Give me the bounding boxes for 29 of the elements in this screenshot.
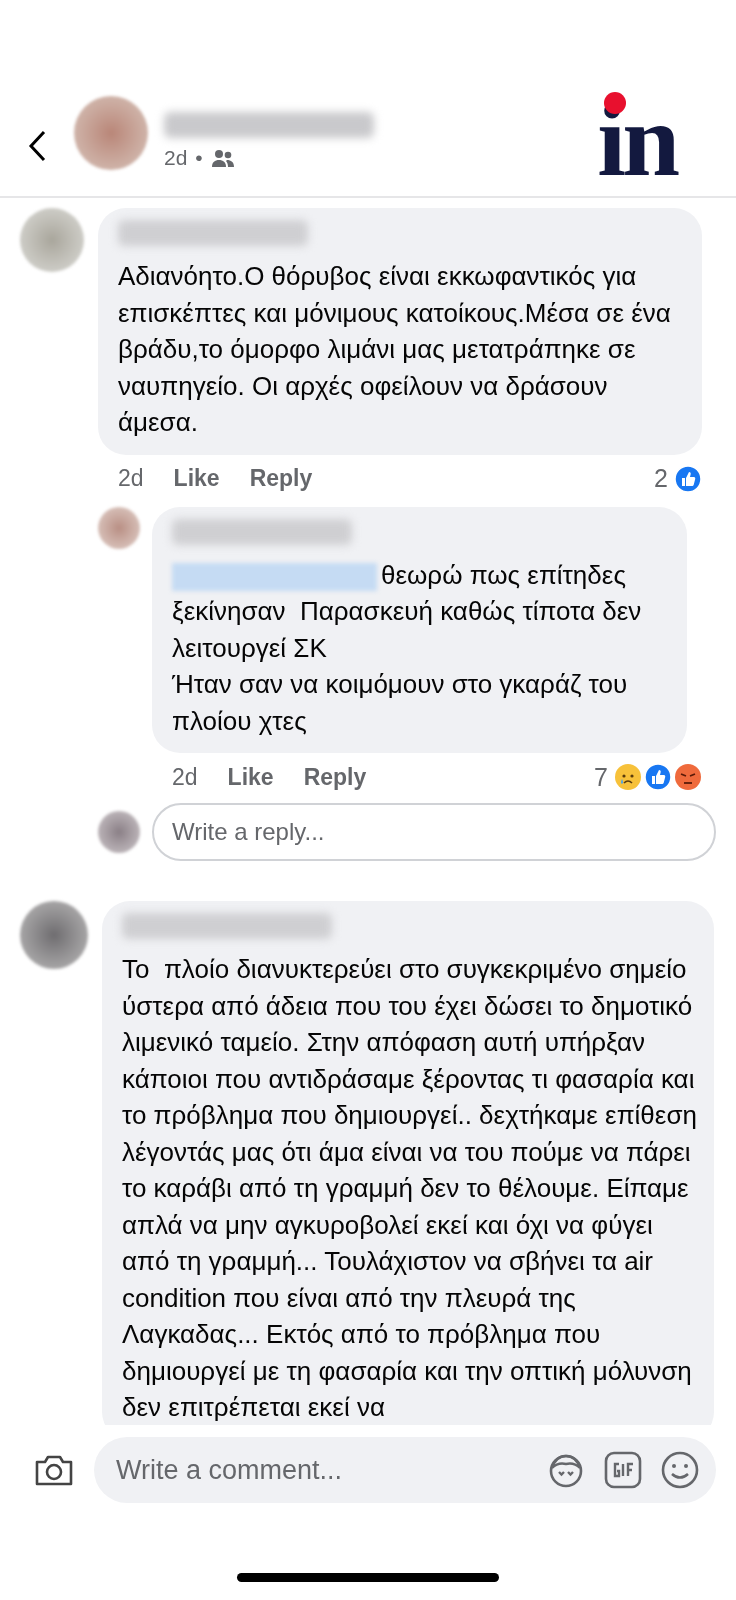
reaction-count: 2 bbox=[654, 464, 668, 493]
avatar bbox=[98, 811, 140, 853]
comment-text: Αδιανόητο.Ο θόρυβος είναι εκκωφαντικός για επισκέπτες και μόνιμους κατοίκους.Μέσα σε ένα βράδυ,το όμορφο λιμάνι μας μετατράπηκε σε ναυπηγείο. Οι αρχές οφείλουν να δράσουν άμεσα. bbox=[118, 260, 672, 439]
gif-icon[interactable] bbox=[604, 1451, 642, 1489]
camera-icon[interactable] bbox=[34, 1453, 74, 1487]
sad-reaction-icon bbox=[614, 763, 642, 791]
like-reaction-icon bbox=[644, 763, 672, 791]
comment-time: 2d bbox=[172, 763, 198, 791]
post-time: 2d bbox=[164, 146, 188, 170]
reply-link[interactable]: Reply bbox=[249, 465, 313, 492]
avatar bbox=[98, 506, 140, 549]
comment-field[interactable]: Write a comment... bbox=[94, 1437, 716, 1503]
like-reaction-icon bbox=[674, 464, 702, 493]
reply-text: θεωρώ πως επίτηδες ξεκίνησαν Παρασκευή καθώς τίποτα δεν λειτουργεί ΣΚ Ήταν σαν να κοιμόμουν στο γκαράζ του πλοίου χτες bbox=[172, 558, 643, 738]
angry-reaction-icon bbox=[674, 763, 702, 791]
reaction-count: 7 bbox=[594, 762, 608, 792]
separator-dot: • bbox=[195, 146, 203, 170]
comment-time: 2d bbox=[118, 465, 144, 492]
comment-input[interactable]: Write a comment... bbox=[114, 1453, 528, 1487]
logo: in bbox=[597, 88, 676, 192]
like-link[interactable]: Like bbox=[173, 465, 220, 492]
reply-link[interactable]: Reply bbox=[303, 763, 367, 791]
friends-icon bbox=[210, 148, 235, 168]
comment-text: Το πλοίο διανυκτερεύει στο συγκεκριμένο σημείο ύστερα από άδεια που του έχει δώσει το δημοτικό λιμενικό ταμείο. Στην απόφαση αυτή υπήρξαν κάποιοι που αντιδράσαμε ξέροντας τι φασαρία και το πρόβλημα που δημιουργεί.. δεχτήκαμε επίθεση λέγοντάς μας ότι άμα είναι να του πούμε να πάρει το καράβι από τη γραμμή δεν το θέλουμε. Είπαμε απλά να μην αγκυροβολεί εκεί και όχι να φύγει από τη γραμμή... Τουλάχιστον να σβήνει τα air condition που είναι από την πλευρά της Λαγκαδας... Εκτός από το πρόβλημα που δημιουργεί με τη φασαρία και την οπτική μόλυνση δεν επιτρέπεται εκεί να bbox=[122, 953, 698, 1424]
like-link[interactable]: Like bbox=[227, 763, 274, 791]
avatar bbox=[20, 208, 84, 272]
emoji-icon[interactable] bbox=[660, 1450, 700, 1490]
avatar bbox=[20, 901, 88, 969]
reply-field[interactable]: Write a reply... bbox=[152, 803, 716, 861]
